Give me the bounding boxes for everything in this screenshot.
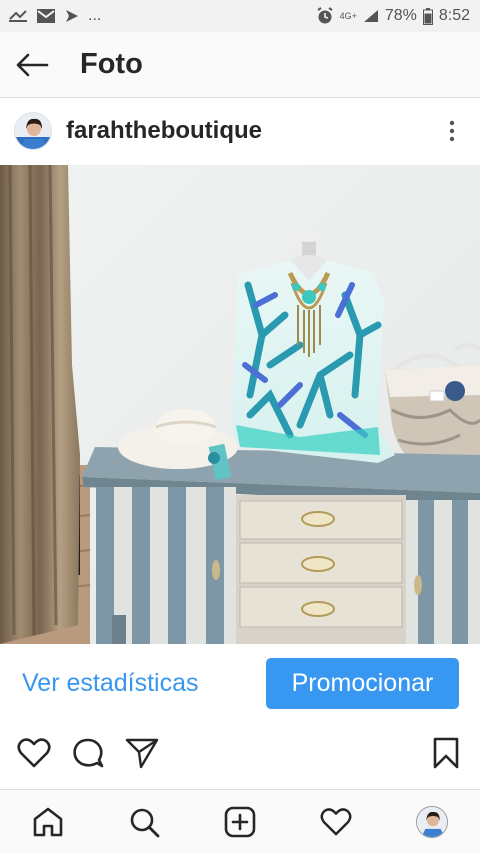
heart-icon: [320, 807, 352, 835]
share-icon: [125, 738, 159, 769]
phone-icon: [8, 9, 28, 23]
more-vertical-icon: [449, 120, 455, 142]
post-image-illustration: [0, 165, 480, 644]
avatar[interactable]: [14, 112, 52, 150]
like-button[interactable]: [16, 735, 52, 771]
post-actions: [0, 722, 480, 784]
send-icon: [64, 8, 80, 24]
share-button[interactable]: [124, 735, 160, 771]
status-left: ...: [8, 7, 101, 25]
mail-icon: [36, 8, 56, 24]
bottom-nav: [0, 789, 480, 853]
post-photo[interactable]: [0, 165, 480, 644]
signal-icon: [363, 9, 379, 23]
post-header: farahtheboutique: [0, 98, 480, 164]
page-title: Foto: [80, 48, 143, 80]
profile-avatar: [416, 805, 448, 838]
heart-icon: [17, 738, 51, 768]
post-username[interactable]: farahtheboutique: [66, 117, 438, 145]
comment-button[interactable]: [70, 735, 106, 771]
clock: 8:52: [438, 7, 470, 24]
search-icon: [130, 808, 160, 837]
back-button[interactable]: [0, 32, 64, 98]
nav-home[interactable]: [18, 792, 78, 852]
status-ellipsis: ...: [88, 7, 102, 24]
nav-profile[interactable]: [402, 792, 462, 852]
nav-new-post[interactable]: [210, 792, 270, 852]
status-right: 4G+ 78% 8:52: [316, 7, 470, 25]
add-post-icon: [224, 806, 256, 837]
insights-bar: Ver estadísticas Promocionar: [0, 644, 480, 722]
nav-search[interactable]: [114, 792, 174, 852]
comment-icon: [73, 738, 104, 768]
bookmark-icon: [433, 737, 459, 769]
battery-icon: [422, 7, 433, 25]
nav-activity[interactable]: [306, 792, 366, 852]
more-options-button[interactable]: [438, 111, 466, 151]
home-icon: [33, 807, 63, 836]
network-type: 4G+: [339, 10, 357, 21]
arrow-left-icon: [16, 53, 49, 76]
status-bar: ... 4G+ 78% 8:52: [0, 0, 480, 32]
view-insights-link[interactable]: Ver estadísticas: [22, 669, 198, 698]
app-header: Foto: [0, 32, 480, 98]
save-button[interactable]: [428, 735, 464, 771]
alarm-icon: [316, 7, 334, 25]
battery-level: 78%: [384, 7, 417, 24]
promote-button[interactable]: Promocionar: [266, 657, 459, 709]
